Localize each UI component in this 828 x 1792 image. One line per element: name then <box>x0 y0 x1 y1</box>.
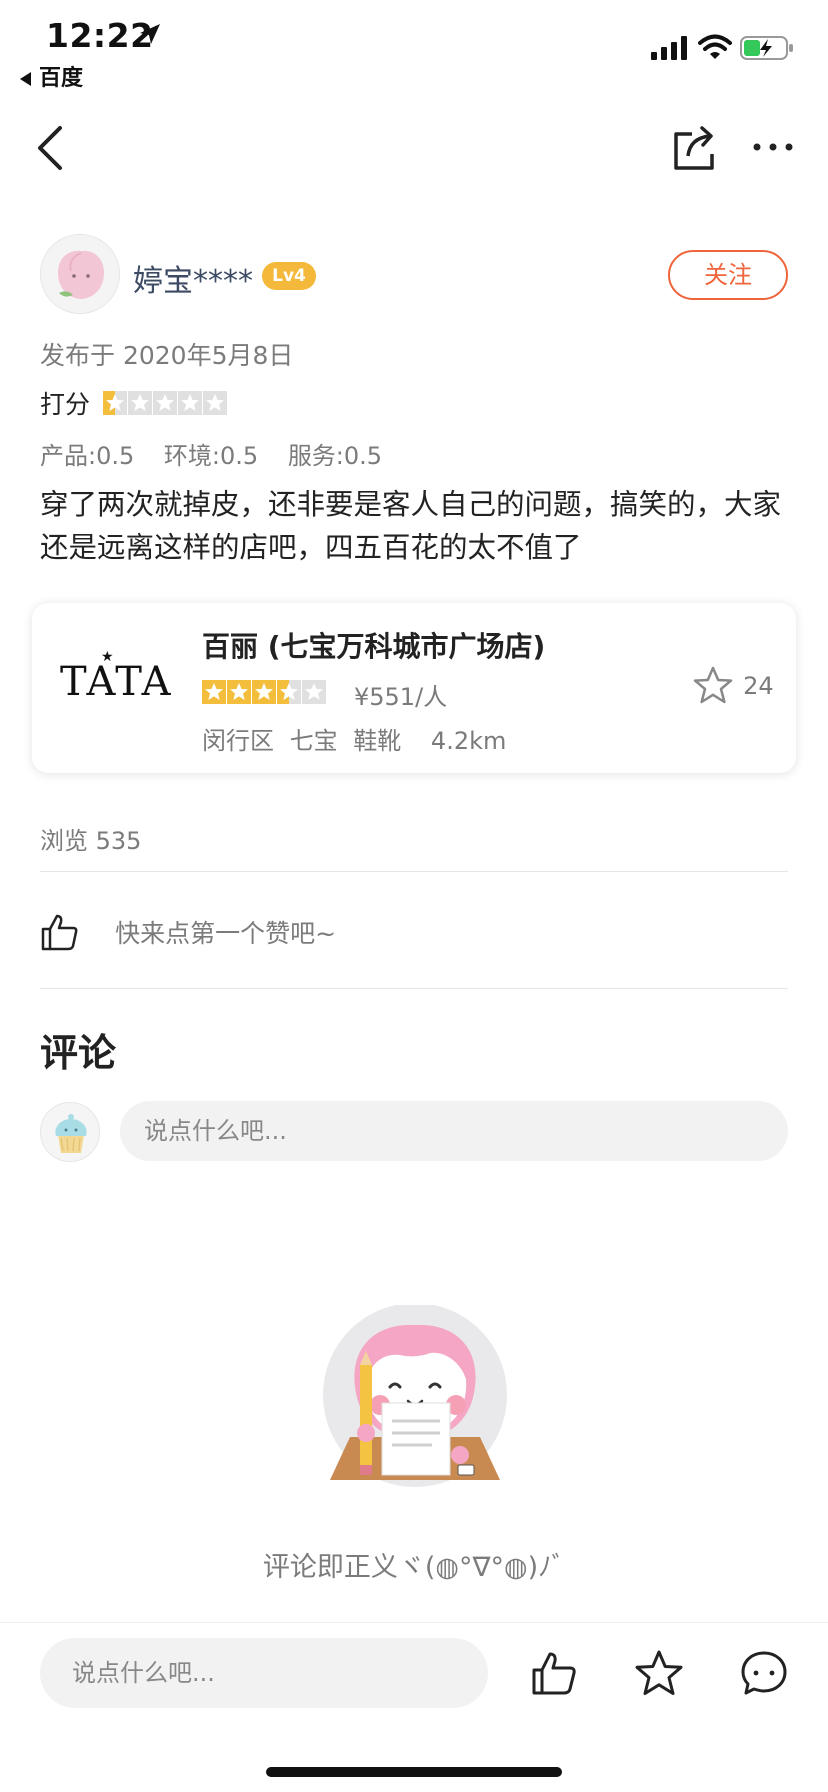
rating-star-icon <box>178 391 203 415</box>
bottom-comment-input[interactable]: 说点什么吧... <box>40 1638 488 1708</box>
subscore-service: 服务:0.5 <box>287 442 383 470</box>
comments-title: 评论 <box>40 1031 117 1075</box>
subscore-product: 产品:0.5 <box>40 442 135 470</box>
my-avatar <box>40 1102 100 1162</box>
more-options-icon[interactable] <box>752 140 794 154</box>
like-row[interactable]: 快来点第一个赞吧~ <box>40 912 336 962</box>
shop-card[interactable]: ★ TATA 百丽 (七宝万科城市广场店) ¥551/人 闵行区 七宝 鞋靴 4… <box>32 603 796 773</box>
score-label: 打分 <box>40 390 91 419</box>
shop-area: 七宝 <box>289 727 338 755</box>
bottom-action-bar: 说点什么吧... <box>0 1622 828 1792</box>
shop-logo: ★ TATA <box>60 649 178 709</box>
author-name[interactable]: 婷宝**** <box>133 256 253 300</box>
peach-avatar-icon <box>41 235 119 313</box>
battery-charging-icon <box>740 36 793 60</box>
publish-date: 发布于 2020年5月8日 <box>40 341 294 370</box>
rating-star-icon <box>252 680 276 704</box>
subscores: 产品:0.5 环境:0.5 服务:0.5 <box>40 436 404 471</box>
logo-star-icon: ★ <box>101 649 116 665</box>
rating-star-icon <box>153 391 178 415</box>
review-rating-stars <box>103 391 228 415</box>
back-arrow-icon[interactable] <box>30 122 70 174</box>
shop-price: ¥551/人 <box>354 683 448 711</box>
comment-bubble-icon[interactable] <box>740 1649 788 1697</box>
rating-star-icon <box>103 391 128 415</box>
divider <box>40 988 788 989</box>
rating-star-icon <box>202 680 226 704</box>
share-icon[interactable] <box>672 122 718 172</box>
back-app-label: 百度 <box>39 66 84 91</box>
cellular-signal-icon <box>651 36 687 60</box>
score-row: 打分 <box>40 385 228 419</box>
cupcake-avatar-icon <box>41 1103 99 1161</box>
thumbs-up-icon <box>41 914 78 951</box>
shop-favorite-button[interactable]: 24 <box>692 665 774 709</box>
rating-star-icon <box>302 680 326 704</box>
rating-star-icon <box>227 680 251 704</box>
subscore-environment: 环境:0.5 <box>163 442 259 470</box>
level-badge: Lv4 <box>262 262 316 290</box>
status-bar: 12:22 百度 <box>0 0 828 92</box>
shop-distance: 4.2km <box>430 727 507 755</box>
empty-comments-text: 评论即正义ヾ(◍°∇°◍)ﾉﾞ <box>262 1552 566 1583</box>
follow-button[interactable]: 关注 <box>668 250 788 300</box>
back-to-app-link[interactable]: 百度 <box>20 60 83 92</box>
rating-star-icon <box>277 680 301 704</box>
empty-comments-illustration-icon <box>323 1305 507 1487</box>
back-triangle-icon <box>20 72 31 86</box>
shop-rating-stars <box>202 680 327 704</box>
rating-star-icon <box>203 391 228 415</box>
rating-star-icon <box>128 391 153 415</box>
shop-category: 鞋靴 <box>353 727 402 755</box>
top-nav <box>0 110 828 190</box>
divider <box>40 871 788 872</box>
shop-logo-text: TATA <box>60 659 173 705</box>
shop-meta: 闵行区 七宝 鞋靴 4.2km <box>202 721 514 756</box>
like-prompt: 快来点第一个赞吧~ <box>115 919 337 948</box>
author-avatar[interactable] <box>40 234 120 314</box>
location-arrow-icon <box>140 24 160 44</box>
star-outline-icon <box>693 666 733 704</box>
view-count: 浏览 535 <box>40 827 142 855</box>
like-icon[interactable] <box>530 1649 578 1697</box>
comment-input[interactable]: 说点什么吧... <box>120 1101 788 1161</box>
shop-district: 闵行区 <box>202 727 274 755</box>
favorite-star-icon[interactable] <box>634 1649 684 1697</box>
shop-name: 百丽 (七宝万科城市广场店) <box>202 630 546 663</box>
review-body: 穿了两次就掉皮，还非要是客人自己的问题，搞笑的，大家还是远离这样的店吧，四五百花… <box>40 488 782 564</box>
shop-favorite-count: 24 <box>743 672 774 700</box>
wifi-icon <box>698 34 732 59</box>
home-indicator <box>266 1767 562 1777</box>
